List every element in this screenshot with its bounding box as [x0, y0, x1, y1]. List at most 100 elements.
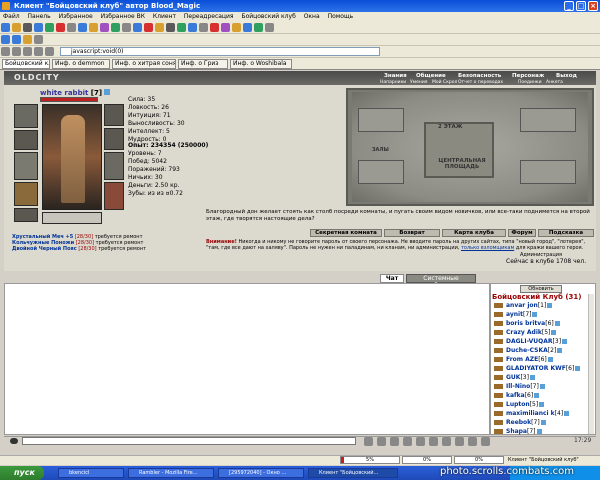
list-item[interactable]: maximilianci k[4] — [494, 410, 570, 417]
info-icon[interactable] — [554, 321, 560, 326]
info-icon[interactable] — [532, 312, 538, 317]
toolbar-icon[interactable] — [155, 23, 164, 32]
return-button[interactable]: Возврат — [384, 229, 440, 237]
toolbar-icon[interactable] — [56, 23, 65, 32]
warning-link[interactable]: только взломщикам — [461, 245, 514, 251]
settings-icon[interactable] — [429, 437, 438, 446]
map-halls-label[interactable]: ЗАЛЫ — [372, 147, 389, 153]
forward-icon[interactable] — [12, 47, 21, 56]
refresh-icon[interactable] — [468, 437, 477, 446]
chat-mode-icon[interactable] — [10, 438, 18, 444]
menu-panel[interactable]: Панель — [28, 13, 51, 20]
info-icon[interactable] — [562, 339, 568, 344]
task-bkencicl[interactable]: bkencicl — [58, 468, 124, 478]
info-icon[interactable] — [529, 375, 535, 380]
toolbar-icon[interactable] — [34, 35, 43, 44]
info-icon[interactable] — [551, 330, 557, 335]
map-room-right-bottom[interactable] — [520, 160, 576, 184]
subnav-transfers[interactable]: Отчет о переводах — [458, 80, 503, 85]
menu-favorites[interactable]: Избранное — [59, 13, 93, 20]
lock-icon[interactable] — [455, 437, 464, 446]
list-item[interactable]: GUK[3] — [494, 374, 535, 381]
toolbar-icon[interactable] — [12, 23, 21, 32]
toolbar-icon[interactable] — [166, 23, 175, 32]
info-icon[interactable] — [564, 411, 570, 416]
subnav-profile[interactable]: Анкета — [546, 80, 563, 85]
nav-security[interactable]: Безопасность — [458, 73, 501, 79]
forward-icon[interactable] — [12, 35, 21, 44]
home-icon[interactable] — [45, 47, 54, 56]
toolbar-icon[interactable] — [100, 23, 109, 32]
task-window[interactable]: [295972040] - Окно ... — [218, 468, 304, 478]
menu-help[interactable]: Помощь — [328, 13, 354, 20]
helmet-slot[interactable] — [14, 104, 38, 128]
toolbar-icon[interactable] — [254, 23, 263, 32]
toolbar-icon[interactable] — [23, 35, 32, 44]
list-item[interactable]: Duche-CSKA[2] — [494, 347, 563, 354]
toolbar-icon[interactable] — [133, 23, 142, 32]
weapon-slot[interactable] — [14, 152, 38, 180]
maximize-button[interactable]: □ — [576, 1, 586, 11]
toolbar-icon[interactable] — [188, 23, 197, 32]
map-room-left-bottom[interactable] — [358, 160, 404, 184]
hint-button[interactable]: Подсказка — [538, 229, 594, 237]
toolbar-icon[interactable] — [23, 23, 32, 32]
smile-icon[interactable] — [390, 437, 399, 446]
list-item[interactable]: Crazy Adik[5] — [494, 329, 557, 336]
info-icon[interactable] — [547, 303, 553, 308]
toolbar-icon[interactable] — [34, 23, 43, 32]
character-name[interactable]: white rabbit [7] — [40, 89, 111, 97]
menu-client[interactable]: Клиент — [153, 13, 176, 20]
tab-info-sonya[interactable]: Инф. о хитрая соня — [112, 59, 176, 69]
tab-chat[interactable]: Чат — [380, 274, 404, 283]
toolbar-icon[interactable] — [122, 23, 131, 32]
info-icon[interactable] — [557, 348, 563, 353]
toolbar-icon[interactable] — [45, 23, 54, 32]
nav-character[interactable]: Персонаж — [512, 73, 544, 79]
info-icon[interactable] — [547, 357, 553, 362]
map-room-left-top[interactable] — [358, 108, 404, 132]
armor-slot[interactable] — [14, 182, 38, 206]
list-item[interactable]: Lupton[5] — [494, 401, 545, 408]
map-floor-label[interactable]: 2 ЭТАЖ — [438, 124, 463, 130]
boots-slot[interactable] — [104, 182, 124, 210]
info-icon[interactable] — [575, 366, 581, 371]
list-item[interactable]: Reebok[7] — [494, 419, 546, 426]
toolbar-icon[interactable] — [177, 23, 186, 32]
map-icon[interactable] — [442, 437, 451, 446]
tab-info-woshibala[interactable]: Инф. о Woshibala — [230, 59, 292, 69]
subnav-scroll[interactable]: Мой Скрол — [432, 80, 457, 85]
menu-fight-club[interactable]: Бойцовский клуб — [241, 13, 295, 20]
sidebar-scrollbar[interactable] — [588, 294, 594, 434]
refresh-icon[interactable] — [23, 47, 32, 56]
subnav-fights[interactable]: Поединки — [518, 80, 542, 85]
menu-file[interactable]: Файл — [3, 13, 20, 20]
toolbar-icon[interactable] — [67, 23, 76, 32]
subnav-skills[interactable]: Умения — [410, 80, 427, 85]
tab-system-messages[interactable]: Системные сообщения — [406, 274, 476, 289]
list-item[interactable]: kafka[6] — [494, 392, 540, 399]
list-item[interactable]: GLADIYATOR KWF[6] — [494, 365, 581, 372]
toolbar-icon[interactable] — [265, 23, 274, 32]
minimize-button[interactable]: _ — [564, 1, 574, 11]
address-input[interactable]: javascript:void(0) — [60, 47, 380, 56]
start-button[interactable]: пуск — [0, 466, 44, 480]
filter-icon[interactable] — [403, 437, 412, 446]
nav-social[interactable]: Общение — [416, 73, 446, 79]
toolbar-icon[interactable] — [78, 23, 87, 32]
toolbar-icon[interactable] — [243, 23, 252, 32]
map-room-right-top[interactable] — [520, 108, 576, 132]
info-icon[interactable] — [104, 89, 111, 95]
tab-info-demmon[interactable]: Инф. о demmon — [52, 59, 110, 69]
info-icon[interactable] — [539, 402, 545, 407]
close-button[interactable]: × — [588, 1, 598, 11]
character-avatar[interactable] — [42, 104, 102, 210]
info-icon[interactable] — [534, 393, 540, 398]
map-square-label[interactable]: ЦЕНТРАЛЬНАЯ ПЛОЩАДЬ — [432, 158, 492, 170]
gloves-slot[interactable] — [104, 104, 124, 126]
info-icon[interactable] — [539, 384, 545, 389]
secret-room-button[interactable]: Секретная комната — [310, 229, 382, 237]
translit-icon[interactable] — [416, 437, 425, 446]
task-client[interactable]: Клиент "Бойцовский... — [308, 468, 398, 478]
toolbar-icon[interactable] — [1, 23, 10, 32]
